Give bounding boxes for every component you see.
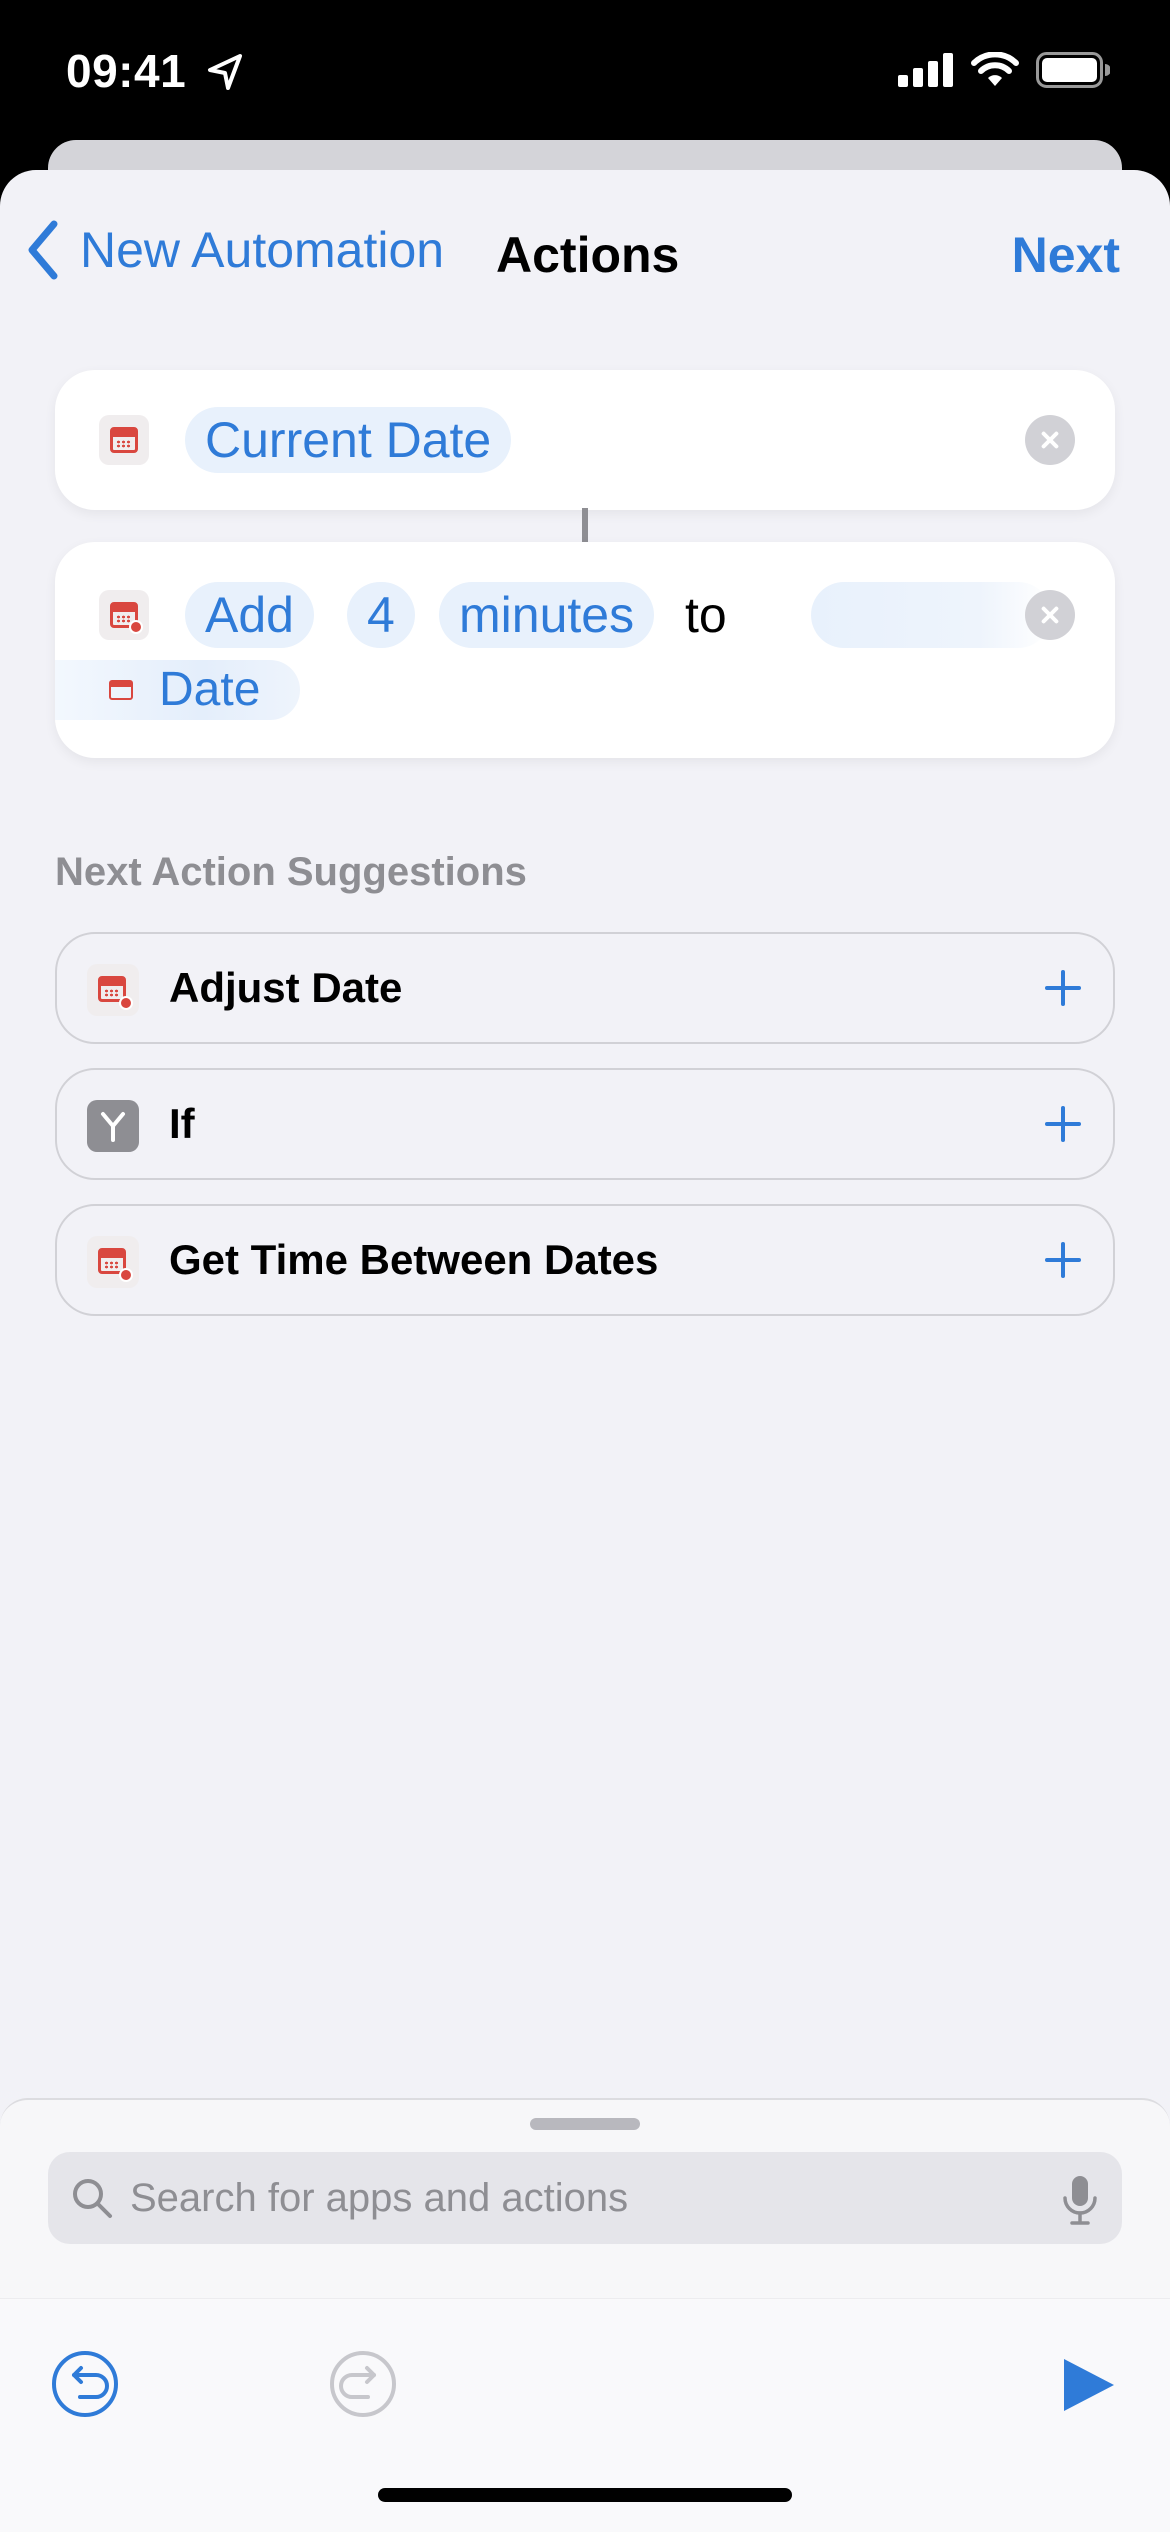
suggestion-get-time-between-dates[interactable]: Get Time Between Dates xyxy=(55,1204,1115,1316)
operation-token[interactable]: Add xyxy=(185,582,314,648)
wifi-icon xyxy=(971,52,1019,86)
remove-action-button[interactable] xyxy=(1025,415,1075,465)
panel-grabber[interactable] xyxy=(530,2118,640,2130)
calendar-adjust-icon xyxy=(87,964,139,1016)
play-icon[interactable] xyxy=(1058,2355,1118,2415)
branch-icon xyxy=(87,1100,139,1152)
cellular-signal-icon xyxy=(898,53,953,87)
undo-icon[interactable] xyxy=(50,2349,120,2419)
suggestion-if[interactable]: If xyxy=(55,1068,1115,1180)
chevron-left-icon xyxy=(28,220,58,280)
action-connector xyxy=(582,508,588,542)
suggestions-header: Next Action Suggestions xyxy=(55,850,527,894)
redo-icon[interactable] xyxy=(328,2349,398,2419)
calendar-icon xyxy=(105,674,137,706)
page-title: Actions xyxy=(496,227,680,283)
action-card-current-date[interactable]: Current Date xyxy=(55,370,1115,510)
search-icon xyxy=(73,2179,112,2218)
status-indicators xyxy=(898,52,1110,88)
calendar-icon xyxy=(99,415,149,465)
empty-token-slot[interactable] xyxy=(811,582,1051,648)
calendar-adjust-icon xyxy=(99,590,149,640)
navigation-bar: New Automation Actions Next xyxy=(0,170,1170,340)
action-card-adjust-date[interactable]: Add 4 minutes to Date xyxy=(55,542,1115,758)
add-icon[interactable] xyxy=(1043,968,1083,1008)
calendar-adjust-icon xyxy=(87,1236,139,1288)
battery-icon xyxy=(1036,52,1110,88)
location-arrow-icon xyxy=(208,54,242,90)
next-button[interactable]: Next xyxy=(1012,226,1120,284)
current-date-token[interactable]: Current Date xyxy=(185,407,512,473)
date-variable-label: Date xyxy=(159,663,261,716)
add-icon[interactable] xyxy=(1043,1104,1083,1144)
back-button[interactable]: New Automation xyxy=(26,220,444,280)
status-time: 09:41 xyxy=(66,45,187,97)
connector-text: to xyxy=(685,587,727,643)
suggestion-adjust-date[interactable]: Adjust Date xyxy=(55,932,1115,1044)
amount-token[interactable]: 4 xyxy=(347,582,415,648)
unit-token[interactable]: minutes xyxy=(439,582,655,648)
action-search-panel: Search for apps and actions xyxy=(0,2098,1170,2532)
date-variable-token[interactable]: Date xyxy=(55,660,300,720)
microphone-icon[interactable] xyxy=(1060,2174,1100,2226)
add-icon[interactable] xyxy=(1043,1240,1083,1280)
suggestion-label: Get Time Between Dates xyxy=(169,1236,659,1283)
home-indicator[interactable] xyxy=(378,2488,792,2502)
search-input[interactable]: Search for apps and actions xyxy=(48,2152,1122,2244)
remove-action-button[interactable] xyxy=(1025,590,1075,640)
suggestion-label: If xyxy=(169,1100,195,1147)
status-bar: 09:41 xyxy=(0,0,1170,150)
suggestion-label: Adjust Date xyxy=(169,964,403,1011)
back-button-label: New Automation xyxy=(80,222,445,278)
search-placeholder: Search for apps and actions xyxy=(130,2176,629,2220)
